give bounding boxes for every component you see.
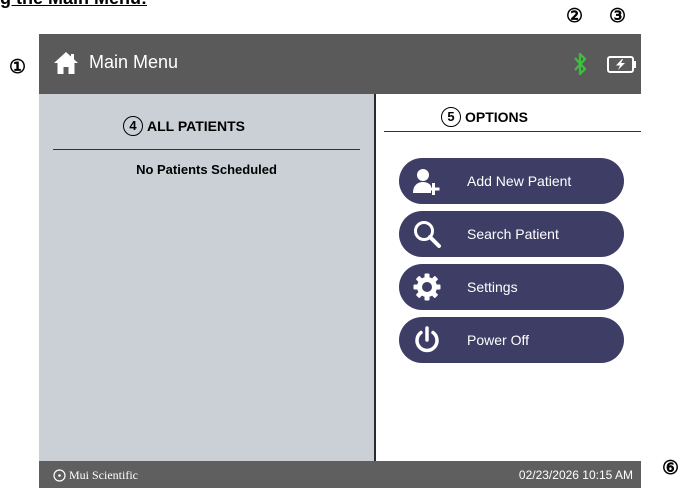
callout-6: ⑥ — [662, 458, 680, 479]
section-number-4: 4 — [123, 116, 143, 136]
section-number-5: 5 — [441, 107, 461, 127]
divider-line — [384, 131, 641, 132]
callout-2: ② — [566, 6, 584, 27]
all-patients-panel: 4 ALL PATIENTS No Patients Scheduled — [39, 94, 374, 461]
device-screen: Main Menu 4 ALL PATIENTS No Patients Sch… — [39, 34, 641, 488]
gear-icon — [413, 273, 441, 301]
battery-charging-icon[interactable] — [607, 56, 637, 73]
empty-patients-message: No Patients Scheduled — [136, 162, 277, 177]
add-new-patient-label: Add New Patient — [467, 173, 572, 189]
power-icon — [415, 326, 439, 353]
page-title: Main Menu — [89, 52, 179, 72]
all-patients-title: ALL PATIENTS — [147, 118, 245, 134]
search-patient-label: Search Patient — [467, 226, 559, 242]
brand-logo-icon — [53, 469, 66, 482]
add-user-icon — [413, 169, 440, 195]
search-icon — [414, 221, 441, 248]
home-icon[interactable] — [53, 51, 79, 75]
brand-logo: Mui Scientific — [53, 468, 138, 483]
options-title: OPTIONS — [465, 109, 529, 125]
callout-1: ① — [9, 57, 27, 78]
top-bar: Main Menu — [39, 34, 641, 94]
all-patients-header: 4 ALL PATIENTS — [123, 116, 245, 136]
date-time: 02/23/2026 10:15 AM — [518, 468, 633, 482]
settings-button[interactable]: Settings — [399, 264, 624, 310]
add-new-patient-button[interactable]: Add New Patient — [399, 158, 624, 204]
search-patient-button[interactable]: Search Patient — [399, 211, 624, 257]
status-footer: Mui Scientific 02/23/2026 10:15 AM — [39, 461, 641, 488]
divider-line — [53, 149, 360, 150]
callout-3: ③ — [609, 6, 627, 27]
power-off-label: Power Off — [467, 332, 529, 348]
bluetooth-icon[interactable] — [572, 51, 588, 77]
settings-label: Settings — [467, 279, 518, 295]
power-off-button[interactable]: Power Off — [399, 317, 624, 363]
options-panel: 5 OPTIONS Add New Patient Search Patient… — [376, 94, 641, 461]
page-heading: g the Main Menu: — [0, 0, 147, 9]
brand-name: Mui Scientific — [69, 468, 138, 482]
options-header: 5 OPTIONS — [441, 107, 528, 127]
